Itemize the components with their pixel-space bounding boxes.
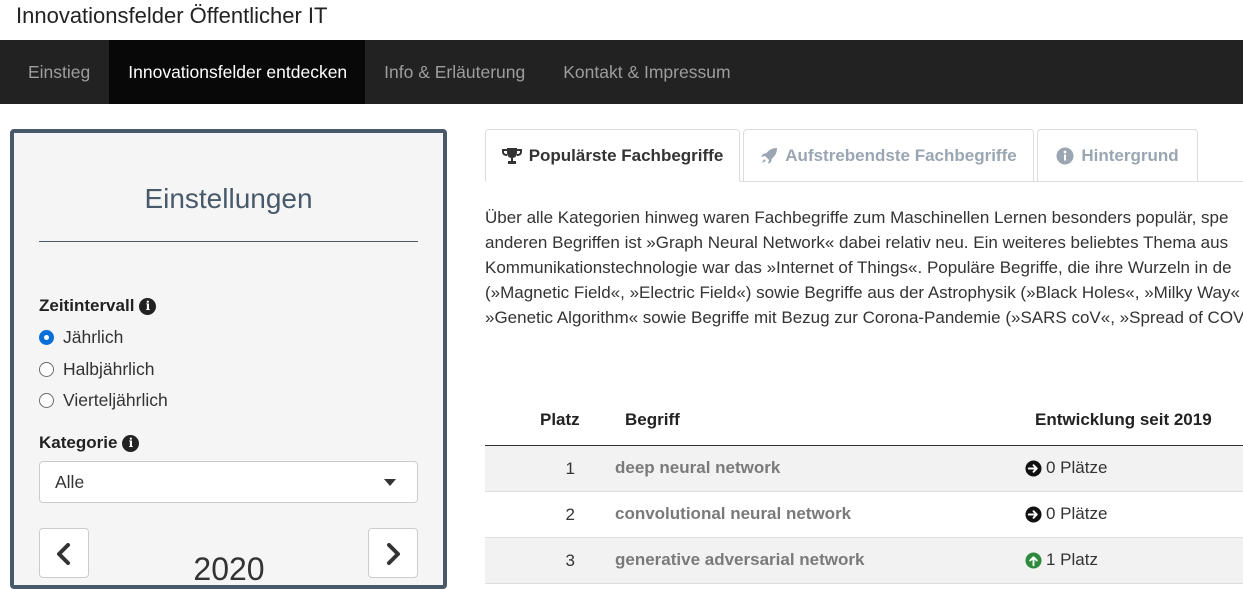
ranking-table: Platz Begriff Entwicklung seit 2019 1 de… [485, 398, 1243, 584]
term-cell: generative adversarial network [615, 550, 865, 569]
app-title: Innovationsfelder Öffentlicher IT [16, 3, 328, 28]
zeitintervall-label-text: Zeitintervall [39, 296, 135, 315]
tab-label: Aufstrebendste Fachbegriffe [785, 145, 1017, 165]
radio-vierteljaehrlich[interactable]: Vierteljährlich [39, 390, 168, 411]
nav-item-innovationsfelder[interactable]: Innovationsfelder entdecken [109, 40, 366, 104]
settings-title: Einstellungen [144, 183, 313, 214]
radio-label: Halbjährlich [63, 359, 155, 379]
nav-item-einstieg[interactable]: Einstieg [0, 40, 109, 104]
description-line: Über alle Kategorien hinweg waren Fachbe… [485, 208, 1229, 227]
rank-cell: 1 [565, 459, 575, 478]
table-row: 2 convolutional neural network 0 Plätze [485, 492, 1243, 538]
table-row: 1 deep neural network 0 Plätze [485, 446, 1243, 492]
previous-year-button[interactable] [39, 528, 89, 578]
development-cell: 0 Plätze [1025, 504, 1107, 524]
term-cell: deep neural network [615, 458, 781, 477]
description-line: anderen Begriffen ist »Graph Neural Netw… [485, 233, 1229, 252]
nav-item-info[interactable]: Info & Erläuterung [365, 40, 544, 104]
radio-label: Vierteljährlich [63, 390, 168, 410]
development-value: 0 Plätze [1046, 504, 1108, 523]
development-cell: 1 Platz [1025, 550, 1098, 570]
tab-hintergrund[interactable]: Hintergrund [1037, 129, 1198, 182]
arrow-circle-right-icon [1025, 459, 1042, 477]
header-platz[interactable]: Platz [540, 410, 580, 430]
arrow-circle-up-icon [1025, 551, 1042, 569]
next-year-button[interactable] [368, 528, 418, 578]
nav-item-kontakt[interactable]: Kontakt & Impressum [544, 40, 749, 104]
table-row: 3 generative adversarial network 1 Platz [485, 538, 1243, 584]
radio-halbjaehrlich[interactable]: Halbjährlich [39, 359, 154, 380]
main-navbar: Einstieg Innovationsfelder entdecken Inf… [0, 40, 1243, 104]
zeitintervall-label: Zeitintervall i [39, 296, 157, 316]
divider [39, 241, 418, 242]
year-display: 2020 [193, 551, 265, 587]
chevron-left-icon [57, 543, 70, 565]
radio-label: Jährlich [63, 327, 124, 347]
settings-panel: Einstellungen Zeitintervall i Jährlich H… [10, 129, 447, 589]
description-line: (»Magnetic Field«, »Electric Field«) sow… [485, 283, 1240, 302]
header-entwicklung[interactable]: Entwicklung seit 2019 [1035, 410, 1212, 430]
development-cell: 0 Plätze [1025, 458, 1107, 478]
rocket-icon [761, 147, 778, 164]
rank-cell: 3 [565, 551, 575, 570]
development-value: 1 Platz [1046, 550, 1098, 569]
tab-bar: Populärste Fachbegriffe Aufstrebendste F… [485, 129, 1243, 182]
tab-populaerste[interactable]: Populärste Fachbegriffe [485, 129, 740, 182]
radio-button-checked[interactable] [39, 330, 54, 345]
chevron-right-icon [387, 543, 400, 565]
arrow-circle-right-icon [1025, 505, 1042, 523]
radio-button[interactable] [39, 393, 54, 408]
radio-button[interactable] [39, 362, 54, 377]
table-header: Platz Begriff Entwicklung seit 2019 [485, 398, 1243, 446]
term-cell: convolutional neural network [615, 504, 852, 523]
info-circle-icon [1056, 147, 1074, 164]
chevron-down-icon [384, 479, 396, 486]
trophy-icon [501, 147, 522, 164]
development-value: 0 Plätze [1046, 458, 1108, 477]
radio-jaehrlich[interactable]: Jährlich [39, 327, 123, 348]
description-line: Kommunikationstechnologie war das »Inter… [485, 258, 1232, 277]
info-icon[interactable]: i [139, 297, 157, 315]
kategorie-select[interactable]: Alle [39, 461, 418, 503]
kategorie-label: Kategorie i [39, 433, 140, 453]
tab-label: Hintergrund [1081, 145, 1179, 165]
rank-cell: 2 [565, 505, 575, 524]
description-text: Über alle Kategorien hinweg waren Fachbe… [485, 205, 1243, 330]
tab-label: Populärste Fachbegriffe [528, 145, 724, 165]
kategorie-select-value: Alle [55, 472, 85, 492]
header-begriff[interactable]: Begriff [625, 410, 680, 430]
description-line: »Genetic Algorithm« sowie Begriffe mit B… [485, 308, 1243, 327]
tab-aufstrebendste[interactable]: Aufstrebendste Fachbegriffe [743, 129, 1034, 182]
info-icon[interactable]: i [122, 434, 140, 452]
kategorie-label-text: Kategorie [39, 433, 118, 452]
